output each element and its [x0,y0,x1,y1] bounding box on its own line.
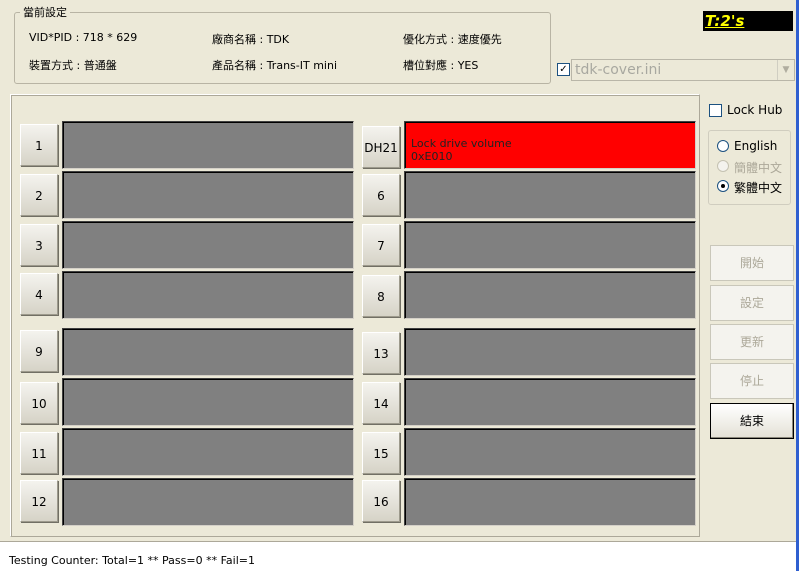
port-button-11[interactable]: 11 [20,432,58,474]
lock-hub-label: Lock Hub [727,103,783,117]
port-slot-3 [62,221,354,269]
port-button-1[interactable]: 1 [20,124,58,166]
radio-english[interactable] [717,140,729,152]
exit-button[interactable]: 結束 [710,403,794,439]
port-slot-16 [404,478,696,526]
port-button-13[interactable]: 13 [362,332,400,374]
port-button-9[interactable]: 9 [20,330,58,372]
port-button-6[interactable]: 6 [362,174,400,216]
port-button-14[interactable]: 14 [362,382,400,424]
port-button-16[interactable]: 16 [362,480,400,522]
port-button-3[interactable]: 3 [20,224,58,266]
port-slot-11 [62,428,354,476]
radio-simplified-chinese-label: 簡體中文 [734,161,783,175]
setting-product: 產品名稱 : Trans-IT mini [212,59,337,72]
port-slot-12 [62,478,354,526]
settings-legend: 當前設定 [20,4,70,20]
port-slot-6 [404,171,696,219]
lock-hub-checkbox[interactable] [709,104,722,117]
radio-traditional-chinese[interactable] [717,180,729,192]
settings-button[interactable]: 設定 [710,285,794,321]
port-button-4[interactable]: 4 [20,273,58,315]
port-slot-14 [404,378,696,426]
check-icon: ✓ [559,64,568,75]
setting-slot-mapping: 槽位對應 : YES [403,59,479,72]
port-slot-8 [404,271,696,319]
port-button-8[interactable]: 8 [362,275,400,317]
start-button[interactable]: 開始 [710,245,794,281]
port-slot-2 [62,171,354,219]
port-button-7[interactable]: 7 [362,224,400,266]
port-slot-7 [404,221,696,269]
setting-vid-pid: VID*PID : 718 * 629 [29,31,138,44]
config-file-value: tdk-cover.ini [575,62,662,78]
slot-message: Lock drive volume [411,137,512,150]
config-checkbox[interactable]: ✓ [557,63,570,76]
setting-vendor: 廠商名稱 : TDK [212,33,290,46]
stop-button[interactable]: 停止 [710,363,794,399]
radio-english-label: English [734,139,778,153]
setting-device-mode: 裝置方式 : 普通盤 [29,59,117,72]
setting-optimize: 優化方式 : 速度優先 [403,33,502,46]
port-button-10[interactable]: 10 [20,382,58,424]
radio-simplified-chinese[interactable] [717,160,729,172]
port-button-15[interactable]: 15 [362,432,400,474]
port-slot-9 [62,328,354,376]
chevron-down-icon[interactable]: ▼ [777,60,794,80]
current-settings-group [14,12,551,84]
port-slot-13 [404,328,696,376]
status-text: Testing Counter: Total=1 ** Pass=0 ** Fa… [9,554,255,567]
config-file-combo[interactable]: tdk-cover.ini ▼ [571,59,795,81]
timer-display: T:2's [703,11,793,31]
port-slot-1 [62,121,354,169]
refresh-button[interactable]: 更新 [710,324,794,360]
port-slot-4 [62,271,354,319]
radio-traditional-chinese-label: 繁體中文 [734,181,783,195]
port-button-2[interactable]: 2 [20,174,58,216]
port-button-12[interactable]: 12 [20,480,58,522]
port-button-dh21[interactable]: DH21 [362,126,400,168]
port-slot-15 [404,428,696,476]
port-slot-dh21: Lock drive volume 0xE010 [404,121,696,169]
port-slot-10 [62,378,354,426]
slot-error-code: 0xE010 [411,150,453,163]
status-bar: Testing Counter: Total=1 ** Pass=0 ** Fa… [0,541,799,571]
